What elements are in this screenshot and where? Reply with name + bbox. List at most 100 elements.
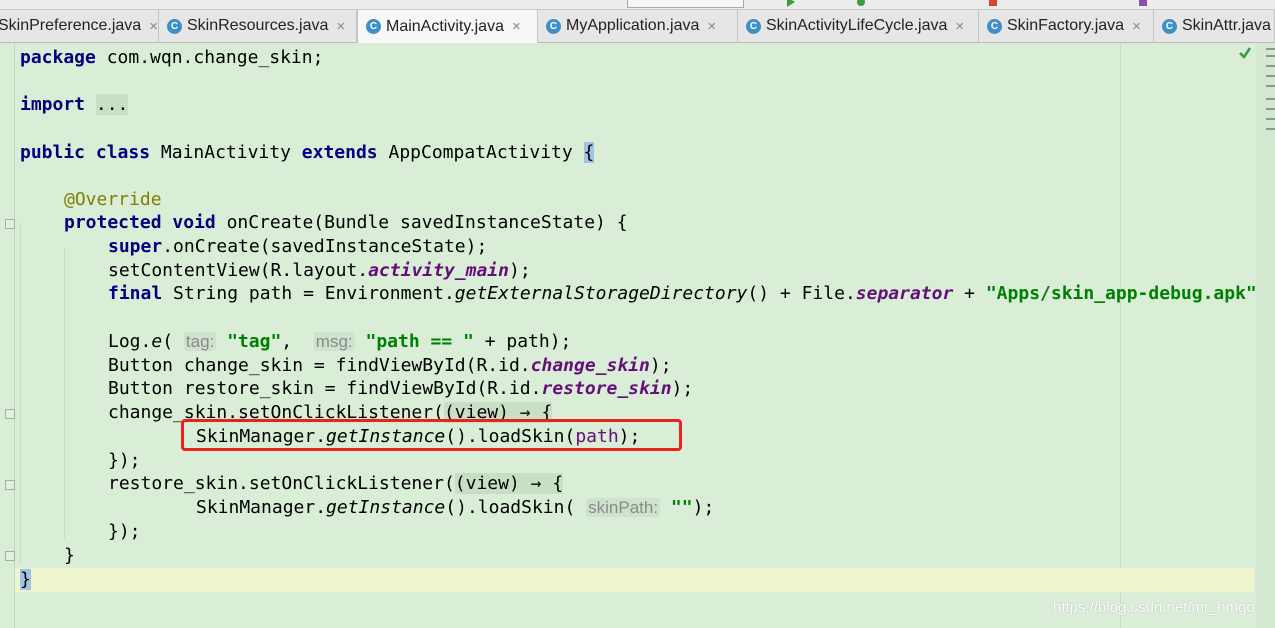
tab-skinresources[interactable]: C SkinResources.java × [159, 10, 357, 42]
static-field: activity_main [368, 260, 509, 281]
keyword: class [95, 142, 151, 163]
editor-tab-bar: SkinPreference.java × C SkinResources.ja… [0, 10, 1275, 43]
fold-marker[interactable] [5, 409, 15, 419]
close-icon[interactable]: × [955, 18, 964, 35]
code-line[interactable]: } [64, 544, 75, 568]
keyword: package [20, 47, 96, 68]
string-literal: "Apps/skin_app-debug.apk" [985, 283, 1257, 304]
close-icon[interactable]: × [149, 18, 158, 35]
code-text: String path = Environment. [162, 283, 455, 304]
code-text: setContentView(R.layout. [108, 260, 369, 281]
code-text: Button restore_skin = findViewById(R.id. [108, 378, 542, 399]
keyword: extends [301, 142, 378, 163]
code-text: ( [162, 331, 184, 352]
run-config-selector[interactable] [627, 0, 744, 8]
minimap-mark [1266, 128, 1275, 130]
parameter-hint: tag: [183, 332, 217, 351]
code-text: Log. [108, 331, 152, 352]
class-icon: C [167, 18, 182, 34]
code-text: , [281, 331, 314, 352]
gutter-divider [14, 43, 15, 628]
code-text: + path); [473, 331, 572, 352]
parameter-hint: msg: [313, 332, 355, 351]
tab-skinfactory[interactable]: C SkinFactory.java × [979, 10, 1154, 42]
minimap-mark [1266, 118, 1275, 120]
code-text: ); [508, 260, 531, 281]
tab-mainactivity[interactable]: C MainActivity.java × [357, 10, 538, 43]
class-icon: C [746, 18, 761, 34]
lambda-fold[interactable]: (view) → { [454, 473, 564, 494]
minimap-mark [1266, 65, 1275, 67]
tab-skinactivitylifecycle[interactable]: C SkinActivityLifeCycle.java × [738, 10, 979, 42]
code-line[interactable]: } [20, 568, 31, 592]
code-line[interactable]: }); [108, 449, 141, 473]
code-line[interactable]: restore_skin.setOnClickListener((view) →… [108, 472, 564, 496]
tab-label: SkinAttr.java [1182, 17, 1271, 34]
tab-myapplication[interactable]: C MyApplication.java × [538, 10, 738, 42]
code-text: }); [108, 450, 141, 471]
tab-skinattr[interactable]: C SkinAttr.java [1154, 10, 1275, 42]
code-line[interactable]: Button change_skin = findViewById(R.id.c… [108, 354, 672, 378]
code-text: ); [692, 497, 715, 518]
code-text: ); [671, 378, 694, 399]
indent-guide [20, 223, 21, 563]
code-line[interactable]: setContentView(R.layout.activity_main); [108, 259, 531, 283]
tab-skinpreference[interactable]: SkinPreference.java × [0, 10, 159, 42]
code-line[interactable]: }); [108, 520, 141, 544]
code-line[interactable]: protected void onCreate(Bundle savedInst… [64, 211, 628, 235]
editor-scrollbar[interactable] [1256, 43, 1275, 628]
code-editor[interactable]: package com.wqn.change_skin; import ... … [0, 43, 1275, 628]
import-fold-placeholder[interactable]: ... [95, 94, 129, 115]
static-field: separator [855, 283, 954, 304]
close-icon[interactable]: × [336, 18, 345, 35]
minimap-mark [1266, 85, 1275, 87]
class-icon: C [1162, 18, 1177, 34]
code-text: .onCreate(savedInstanceState); [162, 236, 488, 257]
close-icon[interactable]: × [707, 18, 716, 35]
code-line[interactable]: @Override [64, 188, 162, 212]
profiler-icon[interactable] [1138, 0, 1148, 7]
code-line[interactable]: import ... [20, 93, 129, 117]
keyword: void [172, 212, 216, 233]
method-signature: onCreate(Bundle savedInstanceState) { [215, 212, 628, 233]
static-method: getExternalStorageDirectory [454, 283, 748, 304]
code-line[interactable]: Log.e( tag: "tag", msg: "path == " + pat… [108, 330, 571, 354]
code-line[interactable]: public class MainActivity extends AppCom… [20, 141, 595, 165]
minimap-mark [1266, 108, 1275, 110]
matched-brace: { [583, 142, 595, 163]
fold-marker[interactable] [5, 219, 15, 229]
code-text: }); [108, 521, 141, 542]
code-line[interactable]: SkinManager.getInstance().loadSkin( skin… [196, 496, 714, 520]
keyword: public [20, 142, 86, 163]
fold-marker[interactable] [5, 551, 15, 561]
highlight-box [181, 419, 682, 451]
tab-label: SkinPreference.java [0, 17, 142, 34]
matched-brace: } [20, 569, 31, 590]
fold-marker[interactable] [5, 480, 15, 490]
close-icon[interactable]: × [1132, 18, 1141, 35]
close-icon[interactable]: × [512, 18, 521, 35]
run-icon[interactable] [786, 0, 796, 7]
class-icon: C [987, 18, 1002, 34]
package-name: com.wqn.change_skin; [95, 47, 324, 68]
super-class: AppCompatActivity [377, 142, 584, 163]
stop-icon[interactable] [988, 0, 998, 7]
string-literal: "" [660, 497, 693, 518]
minimap-mark [1266, 55, 1275, 57]
tab-label: MyApplication.java [566, 17, 700, 34]
code-line[interactable]: Button restore_skin = findViewById(R.id.… [108, 377, 693, 401]
code-line[interactable]: super.onCreate(savedInstanceState); [108, 235, 487, 259]
minimap-mark [1266, 75, 1275, 77]
code-text: Button change_skin = findViewById(R.id. [108, 355, 531, 376]
annotation: @Override [64, 189, 162, 210]
code-text: SkinManager. [196, 497, 327, 518]
code-line[interactable]: package com.wqn.change_skin; [20, 46, 323, 70]
keyword: super [108, 236, 163, 257]
string-literal: "tag" [227, 331, 282, 352]
right-margin-guide [1120, 43, 1121, 628]
keyword: import [20, 94, 86, 115]
static-method: e [151, 331, 163, 352]
code-text: ); [649, 355, 672, 376]
debug-icon[interactable] [856, 0, 866, 7]
code-line[interactable]: final String path = Environment.getExter… [108, 282, 1257, 306]
